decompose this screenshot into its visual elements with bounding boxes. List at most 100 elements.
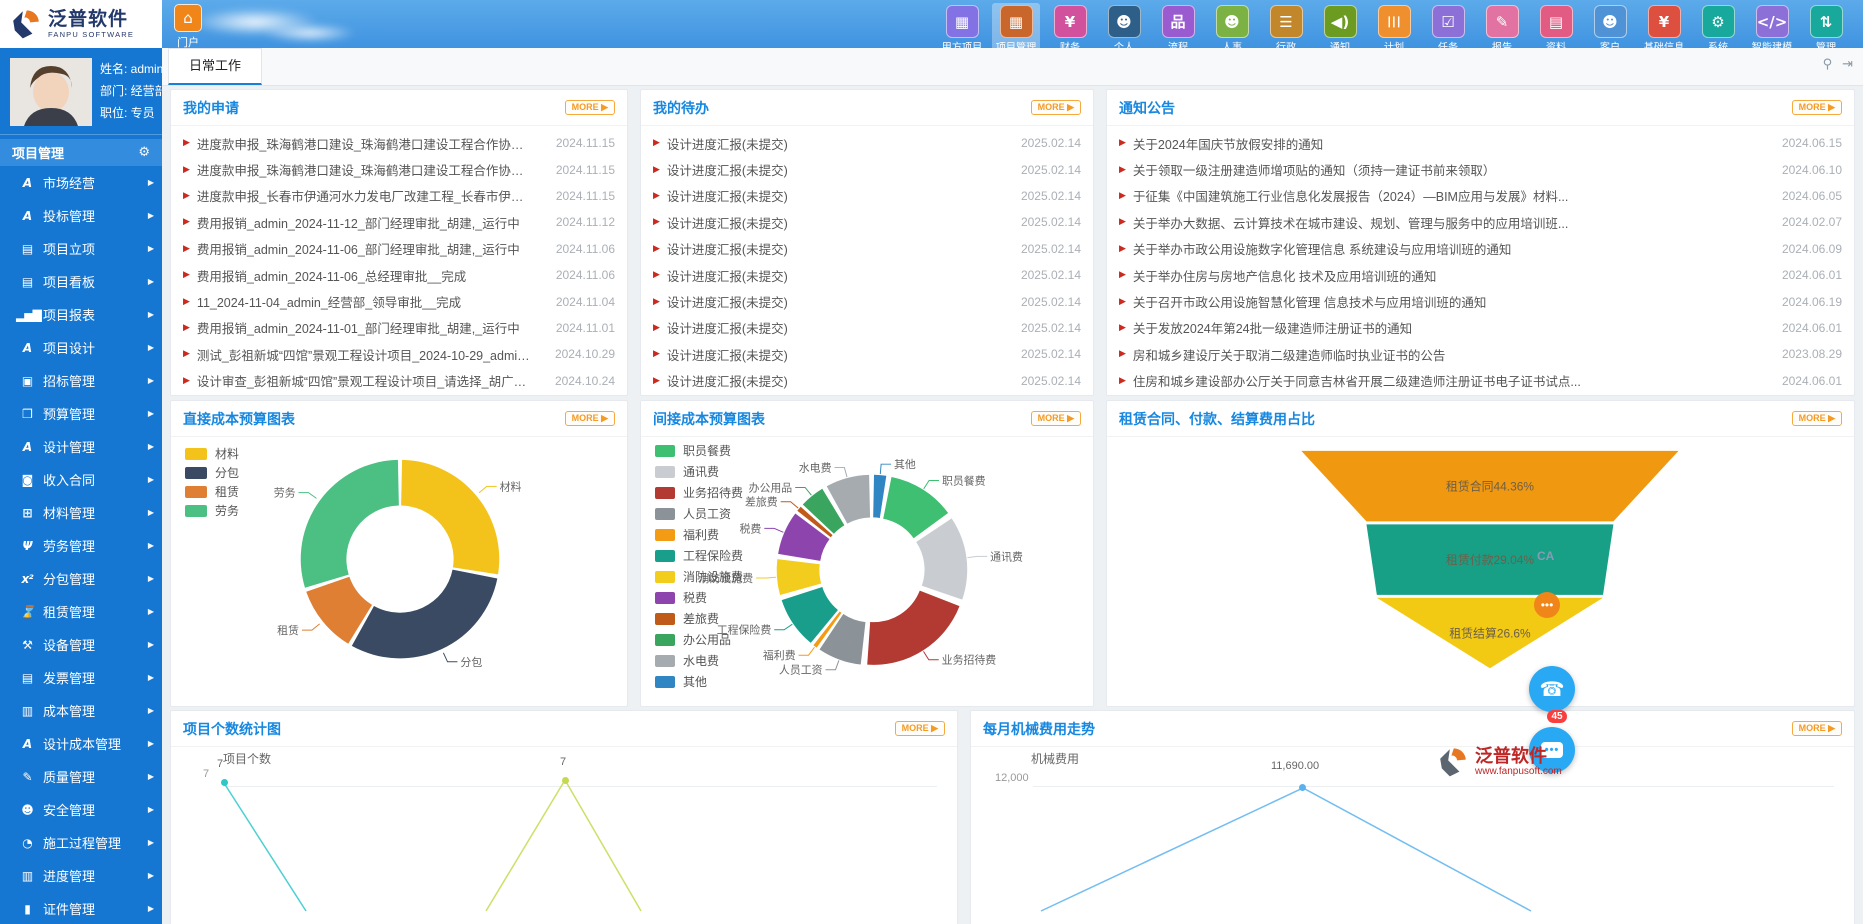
list-item[interactable]: ▶ 设计进度汇报(未提交) 2025.02.14 (653, 288, 1081, 314)
sidebar-item[interactable]: ▥ 成本管理 ▶ (0, 694, 162, 727)
sidebar-item[interactable]: ▤ 项目看板 ▶ (0, 265, 162, 298)
donut-segment[interactable] (782, 587, 838, 643)
list-item[interactable]: ▶ 进度款申报_珠海鹤港口建设_珠海鹤港口建设工程合作协议书_admin_...… (183, 130, 615, 156)
portal-button[interactable]: ⌂ 门户 (168, 4, 208, 50)
list-item[interactable]: ▶ 11_2024-11-04_admin_经营部_领导审批__完成 2024.… (183, 288, 615, 314)
list-item[interactable]: ▶ 关于举办大数据、云计算技术在城市建设、规划、管理与服务中的应用培训班... … (1119, 209, 1842, 235)
sidebar-item[interactable]: x² 分包管理 ▶ (0, 562, 162, 595)
sidebar-item[interactable]: ▣ 招标管理 ▶ (0, 364, 162, 397)
sidebar-section-label: 项目管理 (12, 143, 64, 162)
legend-item[interactable]: 分包 (185, 463, 239, 482)
legend-item[interactable]: 福利费 (655, 524, 743, 545)
list-item[interactable]: ▶ 设计进度汇报(未提交) 2025.02.14 (653, 262, 1081, 288)
tabbar-icon[interactable]: ⚲ (1823, 57, 1833, 72)
sidebar-item[interactable]: Ψ 劳务管理 ▶ (0, 529, 162, 562)
donut-segment[interactable] (301, 460, 399, 588)
donut-segment[interactable] (401, 460, 499, 575)
list-item[interactable]: ▶ 费用报销_admin_2024-11-12_部门经理审批_胡建,_运行中 2… (183, 209, 615, 235)
caret-icon: ▶ (183, 244, 190, 254)
sidebar-section-header[interactable]: 项目管理 ⚙ (0, 139, 162, 166)
more-button[interactable]: MORE ▶ (565, 411, 615, 426)
list-item[interactable]: ▶ 进度款申报_长春市伊通河水力发电厂改建工程_长春市伊通河水力发电... 20… (183, 183, 615, 209)
sidebar-item[interactable]: ◙ 收入合同 ▶ (0, 463, 162, 496)
sidebar-item[interactable]: ▤ 项目立项 ▶ (0, 232, 162, 265)
list-item[interactable]: ▶ 住房和城乡建设部办公厅关于同意吉林省开展二级建造师注册证书电子证书试点...… (1119, 368, 1842, 394)
data-point-dot[interactable] (221, 779, 228, 786)
donut-segment[interactable] (867, 591, 959, 665)
list-item[interactable]: ▶ 设计进度汇报(未提交) 2025.02.14 (653, 341, 1081, 367)
legend-item[interactable]: 材料 (185, 444, 239, 463)
sidebar-item[interactable]: ☻ 安全管理 ▶ (0, 793, 162, 826)
gear-icon[interactable]: ⚙ (138, 145, 150, 160)
more-button[interactable]: MORE ▶ (1792, 721, 1842, 736)
list-item[interactable]: ▶ 测试_彭祖新城“四馆”景观工程设计项目_2024-10-29_admin_结… (183, 341, 615, 367)
list-item[interactable]: ▶ 设计进度汇报(未提交) 2025.02.14 (653, 368, 1081, 394)
list-item[interactable]: ▶ 费用报销_admin_2024-11-06_部门经理审批_胡建,_运行中 2… (183, 236, 615, 262)
list-item[interactable]: ▶ 设计进度汇报(未提交) 2025.02.14 (653, 183, 1081, 209)
sidebar-item[interactable]: A 投标管理 ▶ (0, 199, 162, 232)
donut-segment[interactable] (873, 475, 886, 518)
watermark-url[interactable]: www.fanpusoft.com (1475, 766, 1562, 777)
phone-contact-button[interactable]: ☎ (1529, 666, 1575, 712)
sidebar-item[interactable]: ⚒ 设备管理 ▶ (0, 628, 162, 661)
sidebar-item[interactable]: ◔ 施工过程管理 ▶ (0, 826, 162, 859)
more-button[interactable]: MORE ▶ (895, 721, 945, 736)
sidebar-item[interactable]: A 项目设计 ▶ (0, 331, 162, 364)
legend-item[interactable]: 通讯费 (655, 461, 743, 482)
list-item[interactable]: ▶ 关于发放2024年第24批一级建造师注册证书的通知 2024.06.01 (1119, 315, 1842, 341)
tabbar-icon[interactable]: ⇥ (1842, 57, 1853, 72)
sidebar-item[interactable]: ❒ 预算管理 ▶ (0, 397, 162, 430)
legend-item[interactable]: 税费 (655, 587, 743, 608)
sidebar-item[interactable]: ▂▅▇ 项目报表 ▶ (0, 298, 162, 331)
sidebar-item[interactable]: ✎ 质量管理 ▶ (0, 760, 162, 793)
side-ca-widget[interactable]: CA (1537, 549, 1554, 563)
side-chat-icon[interactable]: ••• (1534, 592, 1560, 618)
sidebar-item[interactable]: ⌛ 租赁管理 ▶ (0, 595, 162, 628)
legend-item[interactable]: 水电费 (655, 650, 743, 671)
more-button[interactable]: MORE ▶ (1792, 100, 1842, 115)
list-item[interactable]: ▶ 设计进度汇报(未提交) 2025.02.14 (653, 236, 1081, 262)
sidebar-item-label: 设备管理 (43, 635, 95, 654)
data-point-dot[interactable] (562, 777, 569, 784)
sidebar-item[interactable]: ▮ 证件管理 ▶ (0, 892, 162, 924)
legend-item[interactable]: 差旅费 (655, 608, 743, 629)
list-item[interactable]: ▶ 房和城乡建设厅关于取消二级建造师临时执业证书的公告 2023.08.29 (1119, 341, 1842, 367)
tab-daily-work[interactable]: 日常工作 (168, 48, 262, 85)
legend-item[interactable]: 办公用品 (655, 629, 743, 650)
more-button[interactable]: MORE ▶ (565, 100, 615, 115)
sidebar-item[interactable]: ⊞ 材料管理 ▶ (0, 496, 162, 529)
list-item[interactable]: ▶ 于征集《中国建筑施工行业信息化发展报告（2024）—BIM应用与发展》材料.… (1119, 183, 1842, 209)
sidebar-item[interactable]: ▥ 进度管理 ▶ (0, 859, 162, 892)
list-item-date: 2025.02.14 (1009, 163, 1081, 177)
list-item[interactable]: ▶ 关于举办住房与房地产信息化 技术及应用培训班的通知 2024.06.01 (1119, 262, 1842, 288)
list-item[interactable]: ▶ 关于2024年国庆节放假安排的通知 2024.06.15 (1119, 130, 1842, 156)
more-button[interactable]: MORE ▶ (1792, 411, 1842, 426)
legend-item[interactable]: 劳务 (185, 501, 239, 520)
sidebar-item[interactable]: ▤ 发票管理 ▶ (0, 661, 162, 694)
legend-item[interactable]: 业务招待费 (655, 482, 743, 503)
list-item[interactable]: ▶ 设计进度汇报(未提交) 2025.02.14 (653, 209, 1081, 235)
legend-item[interactable]: 人员工资 (655, 503, 743, 524)
legend-item[interactable]: 消防设施费 (655, 566, 743, 587)
list-item[interactable]: ▶ 设计审查_彭祖新城“四馆”景观工程设计项目_请选择_胡广生_2024-10-… (183, 368, 615, 394)
legend-item[interactable]: 工程保险费 (655, 545, 743, 566)
list-item[interactable]: ▶ 进度款申报_珠海鹤港口建设_珠海鹤港口建设工程合作协议书_admin_...… (183, 156, 615, 182)
more-button[interactable]: MORE ▶ (1031, 100, 1081, 115)
sidebar-item[interactable]: A 市场经营 ▶ (0, 166, 162, 199)
legend-item[interactable]: 其他 (655, 671, 743, 692)
list-item[interactable]: ▶ 关于举办市政公用设施数字化管理信息 系统建设与应用培训班的通知 2024.0… (1119, 236, 1842, 262)
list-item[interactable]: ▶ 设计进度汇报(未提交) 2025.02.14 (653, 130, 1081, 156)
more-button[interactable]: MORE ▶ (1031, 411, 1081, 426)
sidebar-item[interactable]: A 设计成本管理 ▶ (0, 727, 162, 760)
sidebar-item[interactable]: A 设计管理 ▶ (0, 430, 162, 463)
list-item[interactable]: ▶ 关于领取一级注册建造师增项贴的通知（须持一建证书前来领取） 2024.06.… (1119, 156, 1842, 182)
list-item[interactable]: ▶ 关于召开市政公用设施智慧化管理 信息技术与应用培训班的通知 2024.06.… (1119, 288, 1842, 314)
data-point-dot[interactable] (1299, 784, 1306, 791)
list-item[interactable]: ▶ 设计进度汇报(未提交) 2025.02.14 (653, 315, 1081, 341)
legend-item[interactable]: 租赁 (185, 482, 239, 501)
legend-item[interactable]: 职员餐费 (655, 440, 743, 461)
list-item[interactable]: ▶ 设计进度汇报(未提交) 2025.02.14 (653, 156, 1081, 182)
donut-segment[interactable] (352, 570, 498, 659)
list-item[interactable]: ▶ 费用报销_admin_2024-11-01_部门经理审批_胡建,_运行中 2… (183, 315, 615, 341)
list-item[interactable]: ▶ 费用报销_admin_2024-11-06_总经理审批__完成 2024.1… (183, 262, 615, 288)
